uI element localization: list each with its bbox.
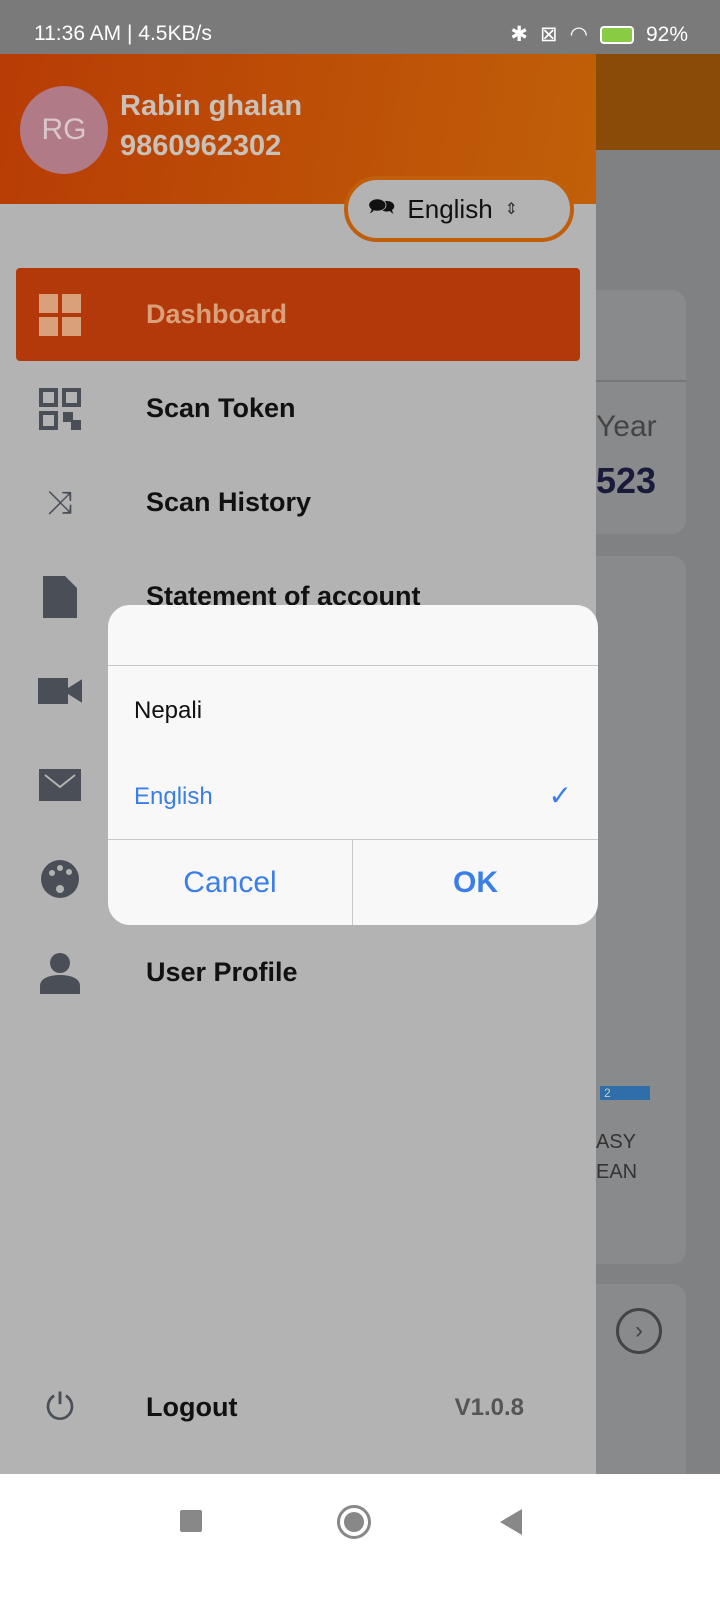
logout-button[interactable]: ⏻ Logout <box>16 1361 436 1454</box>
nav-label: Scan History <box>146 487 312 517</box>
language-selector[interactable]: 🗪 English ⇕ <box>344 176 574 242</box>
background-dashboard: Year 523 2 ASY EAN › <box>596 54 720 1484</box>
avatar: RG <box>20 86 108 174</box>
ok-button[interactable]: OK <box>353 840 598 925</box>
system-navigation-bar <box>0 1474 720 1600</box>
language-label: English <box>407 193 493 224</box>
shuffle-icon: ⤨ <box>47 483 73 520</box>
cancel-button[interactable]: Cancel <box>108 840 352 925</box>
option-nepali[interactable]: Nepali <box>108 667 598 753</box>
battery-percent: 92% <box>645 22 688 46</box>
qr-code-icon <box>38 387 82 431</box>
wifi-icon: ◠ <box>569 23 588 46</box>
option-label: English <box>134 783 213 810</box>
card-text: EAN <box>596 1161 638 1183</box>
user-icon <box>38 951 82 995</box>
nav-label: User Profile <box>146 957 298 987</box>
nav-label: Scan Token <box>146 393 296 423</box>
document-icon <box>38 575 82 619</box>
nav-label: Dashboard <box>146 299 288 329</box>
stats-card: Year 523 <box>596 290 686 534</box>
battery-icon <box>599 25 634 44</box>
nav-item-user-profile[interactable]: User Profile <box>16 926 580 1019</box>
check-icon: ✓ <box>548 780 572 811</box>
video-icon <box>38 669 82 713</box>
year-value: 523 <box>596 460 657 501</box>
bluetooth-icon: ✱ <box>510 23 529 46</box>
sim-icon: ⊠ <box>540 23 558 46</box>
status-bar: 11:36 AM | 4.5KB/s ✱ ⊠ ◠ 92% <box>0 0 720 54</box>
status-time: 11:36 AM | 4.5KB/s <box>34 22 212 45</box>
chevron-right-icon[interactable]: › <box>616 1308 662 1354</box>
progress-bar: 2 <box>600 1086 650 1100</box>
option-label: Nepali <box>134 697 203 724</box>
home-button[interactable] <box>337 1505 371 1539</box>
dashboard-icon <box>38 293 82 337</box>
palette-icon <box>38 857 82 901</box>
language-dialog: Nepali English ✓ Cancel OK <box>108 605 598 925</box>
card-text: ASY <box>596 1131 637 1153</box>
back-button[interactable] <box>500 1509 522 1535</box>
translate-icon: 🗪 <box>368 194 396 219</box>
recents-button[interactable] <box>180 1510 202 1532</box>
nav-item-scan-history[interactable]: ⤨ Scan History <box>16 456 580 549</box>
power-icon: ⏻ <box>45 1386 75 1427</box>
info-card: 2 ASY EAN <box>596 556 686 1264</box>
nav-item-scan-token[interactable]: Scan Token <box>16 362 580 455</box>
nav-item-dashboard[interactable]: Dashboard <box>16 268 580 361</box>
logout-label: Logout <box>146 1392 238 1422</box>
user-phone: 9860962302 <box>120 130 282 162</box>
action-card: › <box>596 1284 686 1484</box>
user-name: Rabin ghalan <box>120 90 303 122</box>
chevron-updown-icon: ⇕ <box>504 201 519 218</box>
mail-icon <box>38 763 82 807</box>
app-version: V1.0.8 <box>454 1394 524 1421</box>
option-english[interactable]: English ✓ <box>108 753 598 839</box>
year-label: Year <box>596 410 657 443</box>
app-bar <box>596 54 720 150</box>
